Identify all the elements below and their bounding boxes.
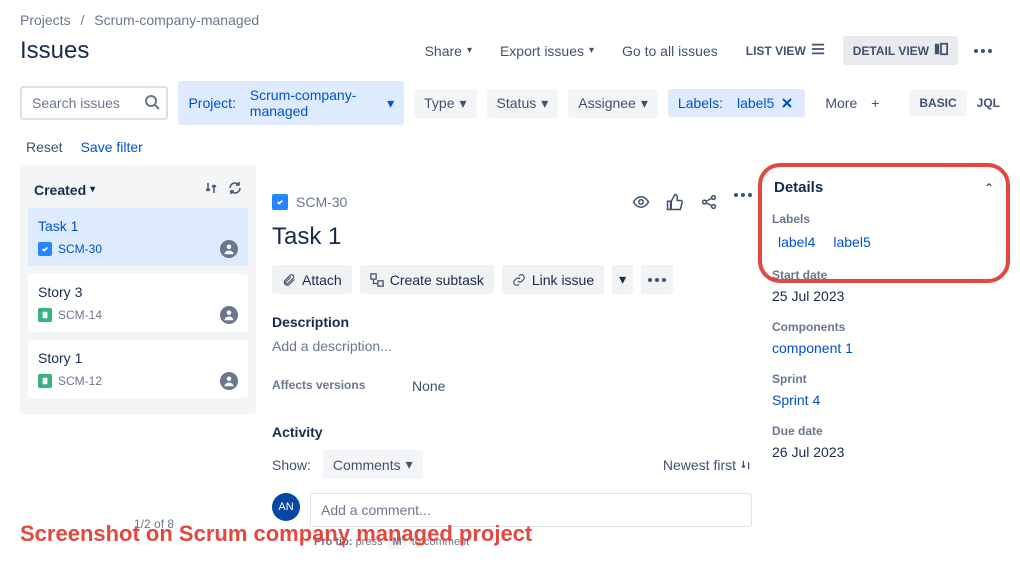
search-input-wrap xyxy=(20,86,168,120)
start-date-heading: Start date xyxy=(772,268,996,282)
comments-tab[interactable]: Comments▾ xyxy=(323,450,423,479)
story-icon xyxy=(38,308,52,322)
issue-card-key: SCM-12 xyxy=(58,374,102,388)
list-view-button[interactable]: LIST VIEW xyxy=(736,36,835,65)
show-label: Show: xyxy=(272,457,311,473)
close-icon[interactable] xyxy=(779,95,795,111)
story-icon xyxy=(38,374,52,388)
list-view-icon xyxy=(811,42,825,59)
unassigned-avatar-icon xyxy=(220,306,238,324)
issue-card-key: SCM-14 xyxy=(58,308,102,322)
chevron-up-icon: ⌃ xyxy=(984,181,994,195)
detail-view-button[interactable]: DETAIL VIEW xyxy=(843,36,958,65)
issue-card-key: SCM-30 xyxy=(58,242,102,256)
chevron-down-icon: ▾ xyxy=(619,271,626,288)
chevron-down-icon: ▾ xyxy=(589,45,594,56)
issue-key[interactable]: SCM-30 xyxy=(296,194,347,210)
sort-dropdown[interactable]: Created▾ xyxy=(34,182,95,198)
chevron-down-icon: ▾ xyxy=(541,95,548,112)
watch-icon[interactable] xyxy=(632,193,650,211)
more-icon[interactable] xyxy=(734,193,752,211)
more-menu[interactable] xyxy=(966,43,1000,59)
issue-card[interactable]: Task 1 SCM-30 xyxy=(28,208,248,266)
refresh-icon[interactable] xyxy=(228,181,242,198)
page-title: Issues xyxy=(20,37,89,65)
breadcrumb: Projects / Scrum-company-managed xyxy=(20,12,1000,28)
subtask-icon xyxy=(370,273,384,287)
share-icon[interactable] xyxy=(700,193,718,211)
task-icon xyxy=(272,194,288,210)
save-filter-button[interactable]: Save filter xyxy=(81,139,143,155)
issue-card-title: Story 3 xyxy=(38,284,238,300)
chevron-down-icon: ▾ xyxy=(641,95,648,112)
unassigned-avatar-icon xyxy=(220,240,238,258)
filter-assignee[interactable]: Assignee▾ xyxy=(568,89,658,118)
breadcrumb-projects[interactable]: Projects xyxy=(20,12,71,28)
breadcrumb-project[interactable]: Scrum-company-managed xyxy=(94,12,259,28)
due-date-value[interactable]: 26 Jul 2023 xyxy=(772,444,996,460)
share-button[interactable]: Share▾ xyxy=(415,37,482,65)
issue-card[interactable]: Story 1 SCM-12 xyxy=(28,340,248,398)
activity-heading: Activity xyxy=(272,424,752,440)
chevron-down-icon: ▾ xyxy=(406,456,413,473)
issue-card[interactable]: Story 3 SCM-14 xyxy=(28,274,248,332)
export-button[interactable]: Export issues▾ xyxy=(490,37,604,65)
details-panel: Details ⌃ Labels label4label5 Start date… xyxy=(768,169,1000,549)
unassigned-avatar-icon xyxy=(220,372,238,390)
components-value[interactable]: component 1 xyxy=(772,340,996,356)
attach-button[interactable]: Attach xyxy=(272,265,352,294)
like-icon[interactable] xyxy=(666,193,684,211)
affects-versions-value[interactable]: None xyxy=(412,378,445,394)
affects-versions-label: Affects versions xyxy=(272,378,412,394)
issue-title[interactable]: Task 1 xyxy=(272,223,752,251)
description-heading: Description xyxy=(272,314,752,330)
issue-card-title: Task 1 xyxy=(38,218,238,234)
jql-toggle[interactable]: JQL xyxy=(977,96,1000,110)
create-subtask-button[interactable]: Create subtask xyxy=(360,265,494,294)
filter-status[interactable]: Status▾ xyxy=(487,89,559,118)
sort-newest[interactable]: Newest first xyxy=(663,457,752,473)
chevron-down-icon: ▾ xyxy=(460,95,467,112)
labels-value[interactable]: label4label5 xyxy=(772,232,996,252)
basic-toggle[interactable]: BASIC xyxy=(909,90,966,116)
issue-card-title: Story 1 xyxy=(38,350,238,366)
filter-more[interactable]: More + xyxy=(815,89,889,117)
link-issue-button[interactable]: Link issue xyxy=(502,265,604,294)
filter-project[interactable]: Project: Scrum-company-managed▾ xyxy=(178,81,404,125)
detail-view-icon xyxy=(934,42,948,59)
paperclip-icon xyxy=(282,273,296,287)
components-heading: Components xyxy=(772,320,996,334)
sprint-heading: Sprint xyxy=(772,372,996,386)
filter-type[interactable]: Type▾ xyxy=(414,89,476,118)
filter-labels[interactable]: Labels: label5 xyxy=(668,89,805,117)
task-icon xyxy=(38,242,52,256)
meatballs-icon xyxy=(974,49,992,53)
reset-button[interactable]: Reset xyxy=(26,139,63,155)
start-date-value[interactable]: 25 Jul 2023 xyxy=(772,288,996,304)
plus-icon: + xyxy=(871,95,879,111)
user-avatar: AN xyxy=(272,493,300,521)
issue-list-sidebar: Created▾ Task 1 SCM-30 Story 3 SCM-1 xyxy=(20,165,256,414)
due-date-heading: Due date xyxy=(772,424,996,438)
sort-direction-icon[interactable] xyxy=(204,181,218,198)
details-toggle[interactable]: Details ⌃ xyxy=(768,169,1000,206)
sprint-value[interactable]: Sprint 4 xyxy=(772,392,996,408)
chevron-down-icon: ▾ xyxy=(387,95,394,112)
link-dropdown[interactable]: ▾ xyxy=(612,265,633,294)
go-to-all-issues[interactable]: Go to all issues xyxy=(612,37,728,65)
meatballs-icon xyxy=(648,278,666,282)
labels-heading: Labels xyxy=(772,212,996,226)
chevron-down-icon: ▾ xyxy=(90,184,95,195)
search-icon xyxy=(144,94,160,113)
annotation-text: Screenshot on Scrum company managed proj… xyxy=(20,521,532,547)
description-field[interactable]: Add a description... xyxy=(272,338,752,354)
more-actions[interactable] xyxy=(641,265,673,294)
chevron-down-icon: ▾ xyxy=(467,45,472,56)
link-icon xyxy=(512,273,526,287)
